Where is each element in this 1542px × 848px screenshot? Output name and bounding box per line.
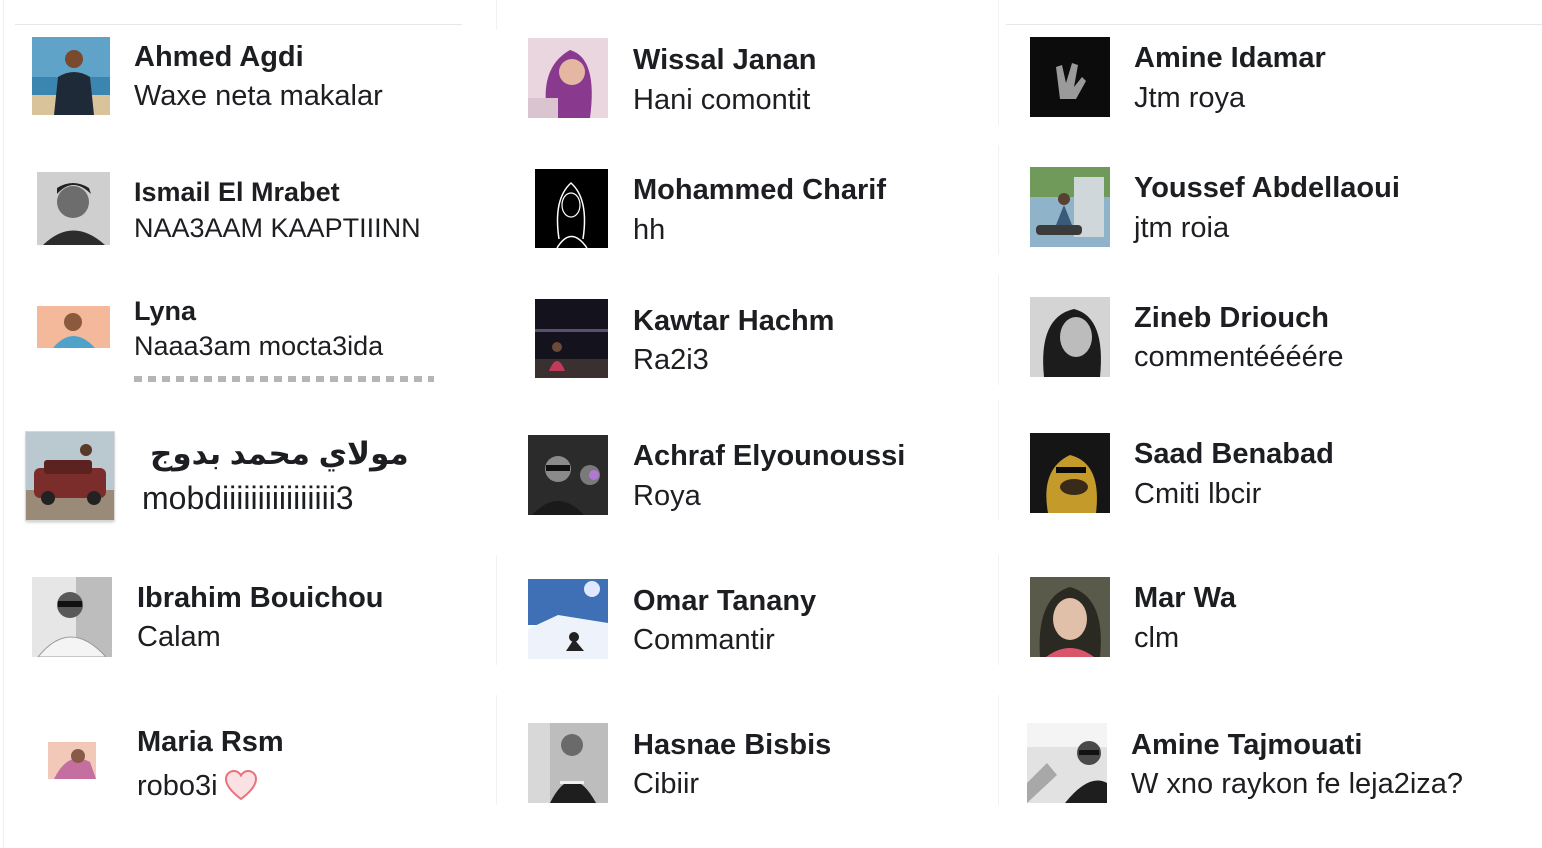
column-divider xyxy=(998,400,999,520)
commenter-name[interactable]: Mar Wa xyxy=(1134,582,1236,615)
commenter-name[interactable]: Hasnae Bisbis xyxy=(633,729,831,762)
column-divider xyxy=(3,0,4,848)
comment-text: hh xyxy=(633,214,666,246)
comment-text: clm xyxy=(1134,622,1180,654)
commenter-name[interactable]: Omar Tanany xyxy=(633,585,816,618)
commenter-name[interactable]: مولاي محمد بدوج xyxy=(150,436,409,472)
avatar[interactable] xyxy=(1030,167,1110,247)
avatar[interactable] xyxy=(37,306,110,348)
comment-text: Naaa3am mocta3ida xyxy=(134,331,384,361)
comment-text: mobdiiiiiiiiiiiiiiii3 xyxy=(142,480,354,516)
comment-text-value: robo3i xyxy=(137,770,218,802)
cropped-text-line xyxy=(134,376,434,382)
comment-text: robo3i xyxy=(137,769,258,809)
avatar[interactable] xyxy=(32,577,112,657)
avatar[interactable] xyxy=(1030,433,1110,513)
commenter-name[interactable]: Youssef Abdellaoui xyxy=(1134,172,1400,205)
avatar[interactable] xyxy=(1027,723,1107,803)
comment-text: Calam xyxy=(137,621,221,653)
commenter-name[interactable]: Wissal Janan xyxy=(633,44,817,77)
comment-text: Ra2i3 xyxy=(633,344,709,376)
comment-text: NAA3AAM KAAPTIIINN xyxy=(134,213,421,243)
comment-text: Jtm roya xyxy=(1134,82,1246,114)
avatar[interactable] xyxy=(32,37,110,115)
comment-text: Hani comontit xyxy=(633,84,811,116)
commenter-name[interactable]: Amine Idamar xyxy=(1134,42,1326,75)
avatar[interactable] xyxy=(528,435,608,515)
column-divider xyxy=(998,695,999,805)
commenter-name[interactable]: Lyna xyxy=(134,296,196,327)
avatar[interactable] xyxy=(528,579,608,659)
comment-text: W xno raykon fe leja2iza? xyxy=(1131,768,1464,800)
avatar[interactable] xyxy=(1030,37,1110,117)
comment-text: Roya xyxy=(633,480,701,512)
commenter-name[interactable]: Saad Benabad xyxy=(1134,438,1334,471)
column-divider xyxy=(496,555,497,665)
heart-icon xyxy=(224,769,258,809)
column-divider xyxy=(998,555,999,665)
comments-collage: Ahmed Agdi Waxe neta makalar Ismail El M… xyxy=(0,0,1542,848)
commenter-name[interactable]: Kawtar Hachm xyxy=(633,305,834,338)
avatar[interactable] xyxy=(528,38,608,118)
avatar[interactable] xyxy=(48,742,96,779)
top-divider xyxy=(1006,24,1542,25)
commenter-name[interactable]: Ahmed Agdi xyxy=(134,41,304,74)
commenter-name[interactable]: Amine Tajmouati xyxy=(1131,729,1363,762)
commenter-name[interactable]: Achraf Elyounoussi xyxy=(633,440,905,473)
column-divider xyxy=(998,145,999,255)
avatar[interactable] xyxy=(37,172,110,245)
commenter-name[interactable]: Ibrahim Bouichou xyxy=(137,582,384,615)
commenter-name[interactable]: Ismail El Mrabet xyxy=(134,177,340,208)
avatar[interactable] xyxy=(528,723,608,803)
column-divider xyxy=(998,0,999,125)
avatar[interactable] xyxy=(1030,577,1110,657)
comment-text: Waxe neta makalar xyxy=(134,80,383,112)
avatar[interactable] xyxy=(535,169,608,248)
avatar[interactable] xyxy=(535,299,608,378)
comment-text: Cibiir xyxy=(633,768,700,800)
avatar[interactable] xyxy=(1030,297,1110,377)
comment-text: jtm roia xyxy=(1134,212,1230,244)
avatar[interactable] xyxy=(26,432,114,520)
commenter-name[interactable]: Zineb Driouch xyxy=(1134,302,1329,335)
comment-text: Commantir xyxy=(633,624,775,656)
comment-text: commentéééére xyxy=(1134,341,1344,373)
column-divider xyxy=(496,695,497,805)
column-divider xyxy=(998,275,999,385)
commenter-name[interactable]: Mohammed Charif xyxy=(633,174,886,207)
column-divider xyxy=(496,0,497,30)
comment-text: Cmiti lbcir xyxy=(1134,478,1262,510)
commenter-name[interactable]: Maria Rsm xyxy=(137,726,284,759)
top-divider xyxy=(15,24,462,25)
